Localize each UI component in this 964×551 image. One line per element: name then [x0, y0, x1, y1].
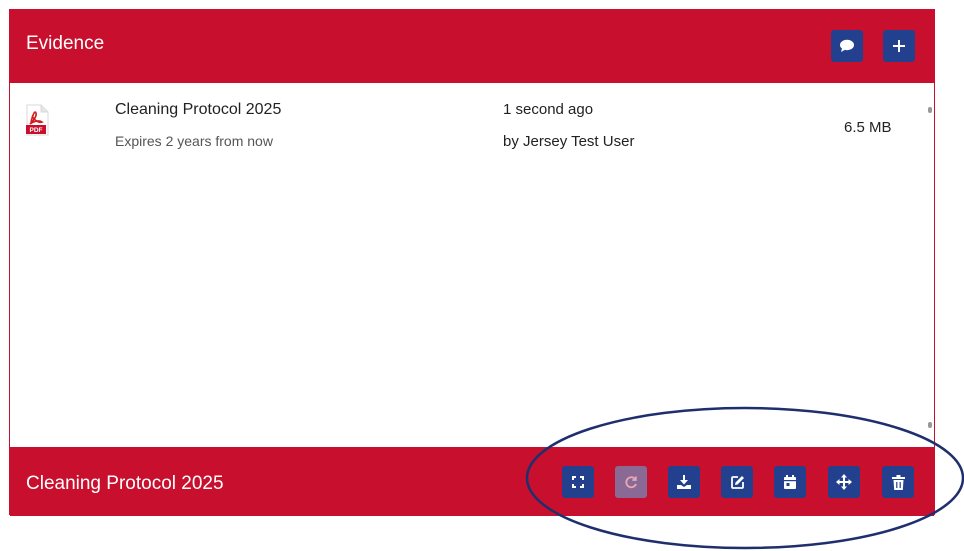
scrollbar-bottom-arrow[interactable]: [928, 422, 932, 428]
pdf-label: PDF: [30, 127, 43, 134]
download-icon: [677, 475, 691, 489]
selected-document-title: Cleaning Protocol 2025: [26, 473, 224, 494]
calendar-button[interactable]: [774, 466, 806, 498]
upload-time: 1 second ago: [503, 101, 594, 118]
download-button[interactable]: [668, 466, 700, 498]
pdf-file-icon: PDF: [26, 104, 49, 136]
document-expiry: Expires 2 years from now: [115, 133, 273, 149]
evidence-panel: Evidence PDF Cleaning Protocol 2025 Expi…: [9, 9, 935, 516]
comment-icon: [840, 39, 854, 52]
refresh-button[interactable]: [615, 466, 647, 498]
move-icon: [836, 474, 852, 490]
panel-title: Evidence: [26, 33, 105, 54]
calendar-icon: [784, 474, 796, 489]
expand-button[interactable]: [562, 466, 594, 498]
edit-icon: [730, 475, 744, 489]
expand-icon: [572, 476, 584, 488]
move-button[interactable]: [828, 466, 860, 498]
file-size: 6.5 MB: [844, 119, 892, 136]
panel-footer: Cleaning Protocol 2025: [10, 447, 934, 516]
delete-button[interactable]: [882, 466, 914, 498]
panel-header: Evidence: [10, 10, 934, 83]
refresh-icon: [625, 476, 637, 489]
edit-button[interactable]: [721, 466, 753, 498]
add-evidence-button[interactable]: [883, 30, 915, 62]
list-item[interactable]: PDF Cleaning Protocol 2025 Expires 2 yea…: [10, 83, 934, 163]
comment-button[interactable]: [831, 30, 863, 62]
scrollbar-top-arrow[interactable]: [928, 107, 932, 113]
trash-icon: [891, 474, 905, 490]
document-title[interactable]: Cleaning Protocol 2025: [115, 101, 281, 119]
uploaded-by: by Jersey Test User: [503, 133, 635, 150]
plus-icon: [893, 40, 905, 52]
